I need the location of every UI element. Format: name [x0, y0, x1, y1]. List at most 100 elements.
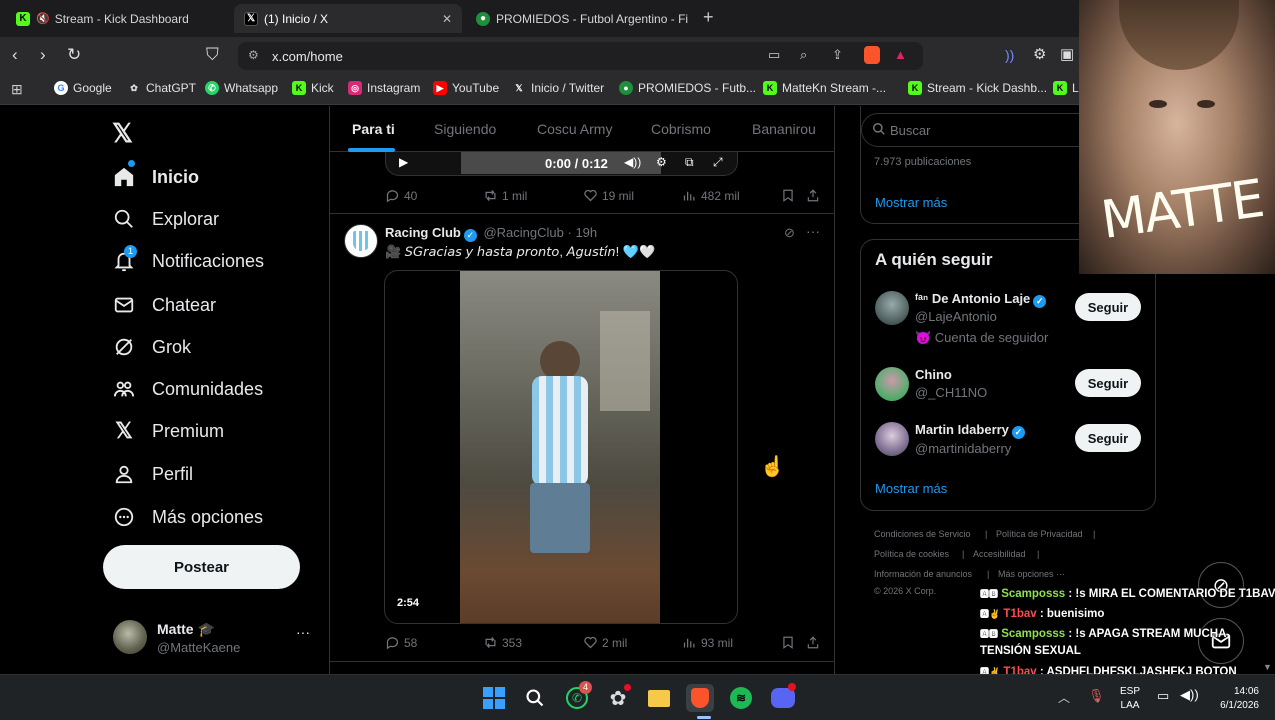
like-button[interactable]: 2 mil: [583, 635, 627, 650]
views-button[interactable]: 482 mil: [682, 188, 740, 203]
taskbar-search-button[interactable]: [521, 684, 549, 712]
taskbar-chatgpt[interactable]: ✿: [604, 684, 632, 712]
back-icon[interactable]: ‹: [12, 45, 18, 65]
brave-shield-icon[interactable]: [864, 46, 880, 64]
more-icon[interactable]: ···: [296, 624, 310, 640]
bookmark-icon[interactable]: [781, 188, 795, 206]
url-bar[interactable]: ⚙ x.com/home ▭ ⌕ ⇪ ▲: [238, 42, 923, 70]
tweet-author[interactable]: Racing Club: [385, 225, 461, 240]
footer-ads-info-link[interactable]: Información de anuncios: [874, 569, 972, 579]
sidebar-item-inicio[interactable]: Inicio: [112, 160, 199, 192]
taskbar-file-explorer[interactable]: [645, 684, 673, 712]
repost-button[interactable]: 353: [483, 635, 522, 650]
like-button[interactable]: 19 mil: [583, 188, 634, 203]
follow-button[interactable]: Seguir: [1075, 293, 1141, 321]
show-more-trends-link[interactable]: Mostrar más: [875, 195, 947, 210]
tab-x-home[interactable]: 𝕏 (1) Inicio / X ✕: [234, 4, 462, 33]
x-logo-icon[interactable]: 𝕏: [112, 118, 133, 149]
more-icon[interactable]: ···: [806, 223, 820, 239]
show-more-follow-link[interactable]: Mostrar más: [875, 481, 947, 496]
close-tab-icon[interactable]: ✕: [442, 12, 452, 26]
reply-button[interactable]: 58: [385, 635, 417, 650]
volume-icon[interactable]: ◀)): [624, 155, 641, 169]
sidebar-item-notificaciones[interactable]: 1 Notificaciones: [112, 245, 264, 276]
footer-terms-link[interactable]: Condiciones de Servicio: [874, 529, 971, 539]
post-button[interactable]: Postear: [103, 545, 300, 589]
bookmark-youtube[interactable]: ▶ YouTube: [433, 81, 499, 95]
follow-button[interactable]: Seguir: [1075, 424, 1141, 452]
reload-icon[interactable]: ↻: [67, 45, 81, 65]
microphone-icon[interactable]: 🎙: [1088, 688, 1105, 704]
sidebar-item-perfil[interactable]: Perfil: [112, 459, 193, 489]
avatar[interactable]: [875, 367, 909, 401]
footer-cookies-link[interactable]: Política de cookies: [874, 549, 949, 559]
bookmark-icon[interactable]: ⛉: [206, 45, 219, 65]
tab-para-ti[interactable]: Para ti: [352, 121, 395, 137]
follow-user-name[interactable]: ᶠᵃⁿ De Antonio Laje ✓: [915, 291, 1047, 308]
tab-kick-dashboard[interactable]: K 🔇 Stream - Kick Dashboard: [6, 4, 230, 33]
messages-fab[interactable]: [1198, 618, 1244, 664]
wallet-icon[interactable]: ▣: [1060, 45, 1074, 63]
cast-icon[interactable]: ▭: [768, 47, 780, 63]
scroll-down-arrow-icon[interactable]: ▼: [1263, 662, 1272, 672]
tab-siguiendo[interactable]: Siguiendo: [434, 121, 496, 137]
tray-overflow-icon[interactable]: ︿: [1058, 689, 1070, 706]
footer-accessibility-link[interactable]: Accesibilidad: [973, 549, 1026, 559]
bookmark-kick-dashboard[interactable]: K Stream - Kick Dashb...: [908, 81, 1047, 95]
play-icon[interactable]: ▶: [399, 155, 408, 169]
footer-privacy-link[interactable]: Política de Privacidad: [996, 529, 1083, 539]
taskbar-brave[interactable]: [686, 684, 714, 712]
tab-coscu-army[interactable]: Coscu Army: [537, 121, 612, 137]
extensions-icon[interactable]: ⚙: [1033, 45, 1046, 63]
zoom-icon[interactable]: ⌕: [800, 47, 807, 63]
volume-icon[interactable]: ◀)): [1180, 687, 1199, 703]
tab-cobrismo[interactable]: Cobrismo: [651, 121, 711, 137]
tweet[interactable]: Racing Club ✓ @RacingClub · 19h ⊘ ··· 🎥 𝘚…: [330, 214, 834, 664]
leo-ai-icon[interactable]: )): [1005, 47, 1014, 63]
forward-icon[interactable]: ›: [40, 45, 46, 65]
bookmark-icon[interactable]: [781, 635, 795, 653]
bookmark-google[interactable]: G Google: [54, 81, 112, 95]
share-icon[interactable]: ⇪: [832, 47, 843, 63]
tweet-video[interactable]: 2:54: [384, 270, 738, 624]
bookmark-whatsapp[interactable]: ✆ Whatsapp: [205, 81, 278, 95]
start-button[interactable]: [480, 684, 508, 712]
sidebar-item-mas-opciones[interactable]: Más opciones: [112, 502, 263, 532]
repost-button[interactable]: 1 mil: [483, 188, 527, 203]
sidebar-item-explorar[interactable]: Explorar: [112, 204, 219, 234]
sidebar-item-premium[interactable]: 𝕏 Premium: [112, 416, 224, 446]
bookmark-mattekn-stream[interactable]: K MatteKn Stream -...: [763, 81, 886, 95]
taskbar-whatsapp[interactable]: ✆ 4: [563, 681, 592, 712]
tab-bananirou[interactable]: Bananirou: [752, 121, 816, 137]
settings-icon[interactable]: ⚙: [656, 155, 667, 169]
account-switcher[interactable]: Matte 🎓 @MatteKaene ···: [104, 610, 324, 664]
follow-user-name[interactable]: Chino: [915, 367, 952, 382]
avatar[interactable]: [875, 291, 909, 325]
grok-explain-icon[interactable]: ⊘: [784, 225, 795, 241]
sidebar-item-grok[interactable]: Grok: [112, 332, 191, 362]
bookmark-chatgpt[interactable]: ✿ ChatGPT: [127, 81, 196, 95]
share-icon[interactable]: [806, 635, 820, 653]
avatar[interactable]: [875, 422, 909, 456]
share-icon[interactable]: [806, 188, 820, 206]
tab-promiedos[interactable]: ● PROMIEDOS - Futbol Argentino - Fixt: [466, 4, 688, 33]
bookmark-promiedos[interactable]: ● PROMIEDOS - Futb...: [619, 81, 756, 95]
sidebar-item-chatear[interactable]: Chatear: [112, 290, 216, 320]
new-tab-button[interactable]: +: [703, 7, 714, 28]
bookmark-kick[interactable]: K Kick: [292, 81, 334, 95]
taskbar-spotify[interactable]: ≋: [727, 684, 755, 712]
fullscreen-icon[interactable]: ⤢: [713, 155, 723, 170]
muted-speaker-icon[interactable]: 🔇: [36, 12, 50, 25]
reply-button[interactable]: 40: [385, 188, 417, 203]
bookmark-truncated[interactable]: KL: [1053, 81, 1079, 95]
site-settings-icon[interactable]: ⚙: [248, 48, 259, 62]
views-button[interactable]: 93 mil: [682, 635, 733, 650]
tweet-time[interactable]: · 19h: [568, 225, 598, 240]
network-icon[interactable]: ▭: [1157, 688, 1169, 704]
tweet-handle[interactable]: @RacingClub: [483, 225, 563, 240]
follow-button[interactable]: Seguir: [1075, 369, 1141, 397]
language-indicator[interactable]: ESP LAA: [1120, 685, 1140, 713]
sidebar-item-comunidades[interactable]: Comunidades: [112, 374, 263, 404]
footer-more-link[interactable]: Más opciones ···: [998, 569, 1065, 579]
grok-fab[interactable]: ⊘: [1198, 562, 1244, 608]
